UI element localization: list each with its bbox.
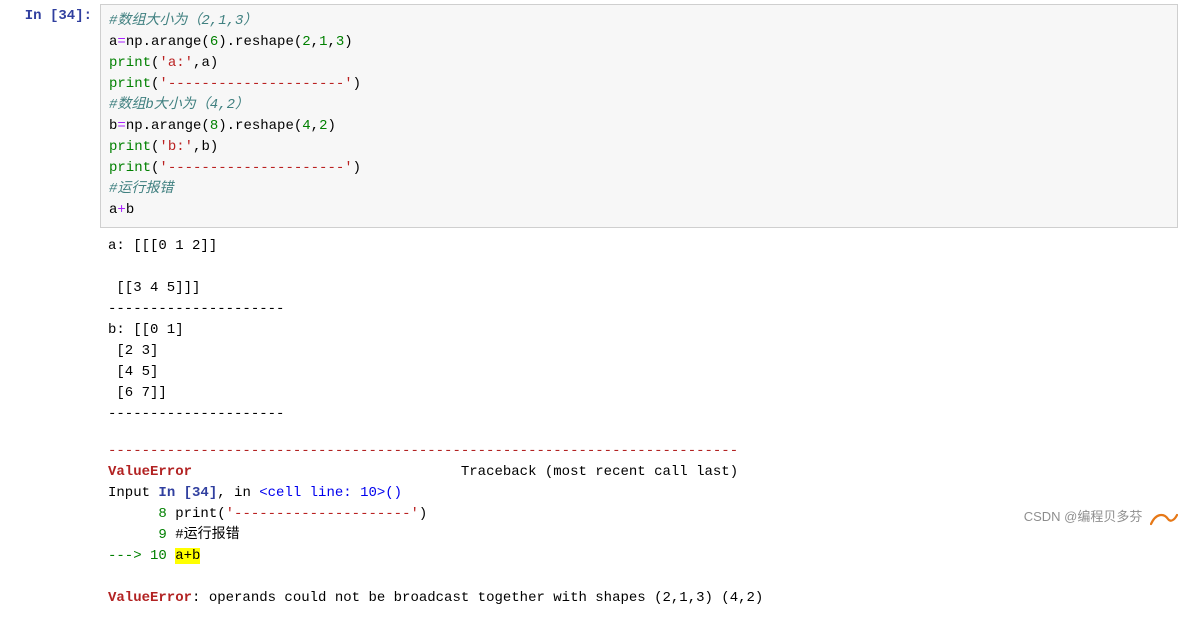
code-comment: #运行报错 [109, 181, 173, 197]
code-token: ) [353, 160, 361, 176]
code-token: print [109, 139, 151, 155]
error-output: ----------------------------------------… [100, 433, 1184, 617]
code-token: 2 [302, 34, 310, 50]
traceback-token: print [175, 506, 217, 522]
error-name: ValueError [108, 464, 192, 480]
prompt-text: In [34]: [25, 8, 92, 24]
code-token: print [109, 55, 151, 71]
code-token: np.arange( [126, 34, 210, 50]
code-token: ).reshape( [218, 118, 302, 134]
code-token: 4 [302, 118, 310, 134]
code-token: 'a:' [159, 55, 193, 71]
traceback-arrow: ---> [108, 548, 150, 564]
code-token: = [117, 118, 125, 134]
code-token: ) [210, 139, 218, 155]
code-comment: #数组大小为（2,1,3） [109, 13, 257, 29]
traceback-highlight: a+b [175, 548, 200, 564]
error-hr: ----------------------------------------… [108, 443, 738, 459]
output-text: a: [[[0 1 2]] [[3 4 5]]] ---------------… [108, 238, 284, 422]
code-token: print [109, 76, 151, 92]
code-token: ) [210, 55, 218, 71]
traceback-token: '---------------------' [226, 506, 419, 522]
code-token: '---------------------' [159, 76, 352, 92]
code-token: b [126, 202, 134, 218]
traceback-cell-line: <cell line: 10> [259, 485, 385, 501]
code-token: '---------------------' [159, 160, 352, 176]
code-token: 6 [210, 34, 218, 50]
traceback-mid: , in [217, 485, 259, 501]
code-token: 8 [210, 118, 218, 134]
traceback-token: #运行报错 [175, 527, 239, 543]
code-token: , [327, 34, 335, 50]
code-token: ).reshape( [218, 34, 302, 50]
code-comment: #数组b大小为（4,2） [109, 97, 249, 113]
error-name-msg: ValueError [108, 590, 192, 606]
code-token: = [117, 34, 125, 50]
code-token: ) [344, 34, 352, 50]
traceback-lineno: 8 [108, 506, 175, 522]
code-token: print [109, 160, 151, 176]
traceback-token: ( [217, 506, 225, 522]
code-input-area[interactable]: #数组大小为（2,1,3） a=np.arange(6).reshape(2,1… [100, 4, 1178, 228]
code-token: ) [327, 118, 335, 134]
code-token: a [201, 55, 209, 71]
watermark-text: CSDN @编程贝多芬 [1024, 509, 1143, 524]
stdout-output: a: [[[0 1 2]] [[3 4 5]]] ---------------… [100, 228, 1184, 433]
traceback-input: Input [108, 485, 158, 501]
code-cell: In [34]: #数组大小为（2,1,3） a=np.arange(6).re… [0, 0, 1184, 228]
traceback-token: ) [419, 506, 427, 522]
error-message: : operands could not be broadcast togeth… [192, 590, 772, 606]
traceback-lineno: 9 [108, 527, 175, 543]
code-token: b [201, 139, 209, 155]
traceback-in: In [34] [158, 485, 217, 501]
input-prompt: In [34]: [0, 4, 100, 228]
code-token: , [311, 118, 319, 134]
code-token: 'b:' [159, 139, 193, 155]
traceback-paren: () [385, 485, 402, 501]
code-token: ) [353, 76, 361, 92]
code-token: np.arange( [126, 118, 210, 134]
code-token: + [117, 202, 125, 218]
code-token: , [311, 34, 319, 50]
traceback-lineno: 10 [150, 548, 175, 564]
watermark-flourish-icon [1150, 511, 1174, 525]
traceback-label: Traceback (most recent call last) [192, 464, 738, 480]
watermark: CSDN @编程贝多芬 [1024, 506, 1174, 525]
